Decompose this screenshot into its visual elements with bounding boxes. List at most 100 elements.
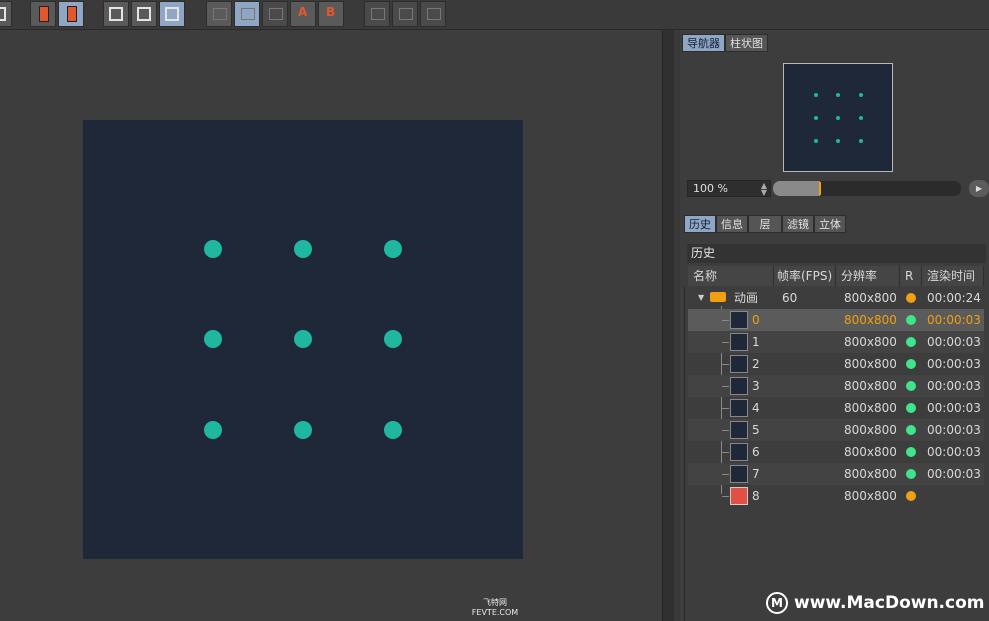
tab-navigator[interactable]: 导航器 xyxy=(682,34,725,52)
history-folder-row[interactable]: ▼ 动画 60 800x800 00:00:24 xyxy=(688,287,984,309)
tab-info[interactable]: 信息 xyxy=(716,215,748,233)
dot xyxy=(294,330,312,348)
status-dot xyxy=(906,337,916,347)
preview-dot xyxy=(814,116,818,120)
tab-layers[interactable]: 层 xyxy=(748,215,782,233)
dot xyxy=(294,240,312,258)
item-resolution: 800x800 xyxy=(844,401,897,415)
set-a-icon[interactable]: A xyxy=(290,1,316,27)
render-toolbar: A B xyxy=(0,0,989,30)
zoom-stepper-icon[interactable]: ▲ ▼ xyxy=(761,182,767,197)
preview-dot xyxy=(859,93,863,97)
history-item-row[interactable]: 4 800x800 00:00:03 xyxy=(688,397,984,419)
compare-left-icon xyxy=(364,1,390,27)
tab-histogram[interactable]: 柱状图 xyxy=(725,34,768,52)
column-render-time[interactable]: 渲染时间 xyxy=(922,266,984,286)
fevte-watermark: 飞特网 FEVTE.COM xyxy=(460,598,530,618)
tree-branch xyxy=(722,364,729,365)
history-item-row[interactable]: 1 800x800 00:00:03 xyxy=(688,331,984,353)
zoom-field[interactable]: 100 % ▲ ▼ xyxy=(687,180,771,197)
folder-name: 动画 xyxy=(734,291,759,305)
zoom-slider[interactable] xyxy=(773,181,961,196)
folder-time: 00:00:24 xyxy=(927,291,981,305)
item-name: 0 xyxy=(752,313,760,327)
set-b-icon[interactable]: B xyxy=(318,1,344,27)
frame-thumbnail xyxy=(730,311,748,329)
render-region-icon[interactable] xyxy=(103,1,129,27)
history-item-row[interactable]: 7 800x800 00:00:03 xyxy=(688,463,984,485)
zoom-slider-handle[interactable] xyxy=(819,182,821,195)
tab-stereo[interactable]: 立体 xyxy=(814,215,846,233)
fevte-watermark-line2: FEVTE.COM xyxy=(471,608,519,617)
delete-all-renders-icon[interactable] xyxy=(58,1,84,27)
tree-branch xyxy=(722,320,729,321)
history-item-row[interactable]: 2 800x800 00:00:03 xyxy=(688,353,984,375)
tab-history[interactable]: 历史 xyxy=(684,215,716,233)
status-dot xyxy=(906,469,916,479)
navigator-preview[interactable] xyxy=(783,63,893,172)
panel-gutter xyxy=(674,30,680,621)
compare-right-icon xyxy=(420,1,446,27)
column-resolution[interactable]: 分辨率 xyxy=(836,266,900,286)
item-time: 00:00:03 xyxy=(927,467,981,481)
render-active-view-icon[interactable] xyxy=(131,1,157,27)
expand-arrow-icon[interactable]: ▼ xyxy=(698,287,704,309)
preview-dot xyxy=(836,93,840,97)
frame-thumbnail xyxy=(730,399,748,417)
render-viewport[interactable] xyxy=(0,30,662,621)
item-name: 5 xyxy=(752,423,760,437)
tree-branch xyxy=(722,452,729,453)
fevte-watermark-line1: 飞特网 xyxy=(483,598,507,607)
preview-dot xyxy=(859,116,863,120)
tree-branch xyxy=(722,342,729,343)
status-dot xyxy=(906,381,916,391)
history-item-row[interactable]: 5 800x800 00:00:03 xyxy=(688,419,984,441)
render-selected-icon[interactable] xyxy=(159,1,185,27)
ab-swap-icon xyxy=(262,1,288,27)
item-name: 1 xyxy=(752,335,760,349)
dot xyxy=(384,240,402,258)
column-fps[interactable]: 帧率(FPS) xyxy=(774,266,836,286)
history-item-row[interactable]: 6 800x800 00:00:03 xyxy=(688,441,984,463)
history-title: 历史 xyxy=(687,244,986,263)
delete-render-icon[interactable] xyxy=(30,1,56,27)
frame-thumbnail xyxy=(730,443,748,461)
tab-filters[interactable]: 滤镜 xyxy=(782,215,814,233)
status-dot xyxy=(906,447,916,457)
item-time: 00:00:03 xyxy=(927,445,981,459)
column-r[interactable]: R xyxy=(900,266,922,286)
tree-branch xyxy=(722,474,729,475)
frame-thumbnail xyxy=(730,377,748,395)
status-dot xyxy=(906,425,916,435)
dot xyxy=(384,421,402,439)
toolbar-group-delete xyxy=(30,1,84,27)
item-time: 00:00:03 xyxy=(927,401,981,415)
frame-thumbnail xyxy=(730,355,748,373)
preview-dot xyxy=(859,139,863,143)
item-resolution: 800x800 xyxy=(844,335,897,349)
history-item-row[interactable]: 3 800x800 00:00:03 xyxy=(688,375,984,397)
ab-compare-icon[interactable] xyxy=(206,1,232,27)
folder-resolution: 800x800 xyxy=(844,291,897,305)
history-item-row[interactable]: 8 800x800 xyxy=(688,485,984,507)
column-name[interactable]: 名称 xyxy=(688,266,774,286)
tree-branch xyxy=(722,408,729,409)
tree-branch xyxy=(722,430,729,431)
film-icon xyxy=(730,487,748,505)
item-time: 00:00:03 xyxy=(927,335,981,349)
zoom-play-icon[interactable]: ▶ xyxy=(969,180,989,197)
item-time: 00:00:03 xyxy=(927,423,981,437)
ab-split-icon[interactable] xyxy=(234,1,260,27)
item-name: 2 xyxy=(752,357,760,371)
compare-mid-icon xyxy=(392,1,418,27)
toolbar-group-compare xyxy=(364,1,446,27)
dot xyxy=(294,421,312,439)
status-dot xyxy=(906,359,916,369)
history-item-row[interactable]: 0 800x800 00:00:03 xyxy=(688,309,984,331)
toolbar-group-render xyxy=(103,1,185,27)
history-list-border xyxy=(684,286,685,621)
render-view-icon[interactable] xyxy=(0,1,12,27)
navigator-tabs: 导航器 柱状图 xyxy=(682,34,768,52)
item-name: 7 xyxy=(752,467,760,481)
frame-thumbnail xyxy=(730,333,748,351)
